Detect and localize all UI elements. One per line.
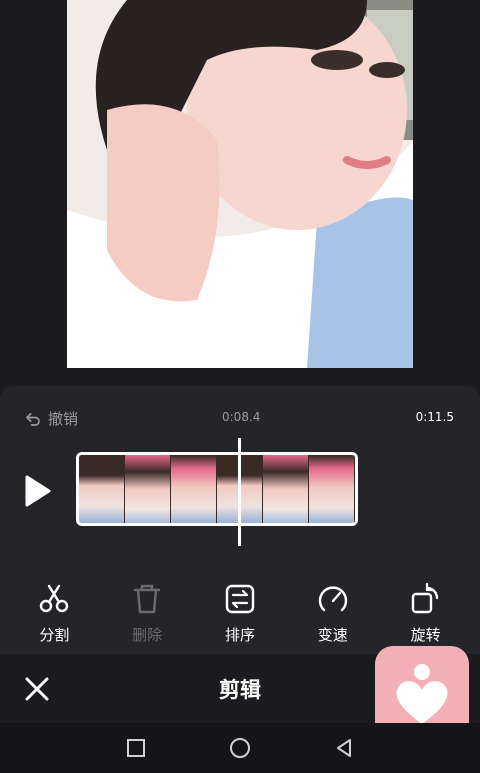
- editor-bottom-bar: 剪辑: [0, 646, 480, 740]
- rotate-icon: [411, 582, 438, 614]
- playhead[interactable]: [238, 438, 241, 546]
- video-preview-area: [0, 0, 480, 384]
- speed-icon: [318, 586, 347, 612]
- home-circle-icon[interactable]: [228, 736, 252, 760]
- recents-square-icon[interactable]: [124, 736, 148, 760]
- total-duration: 0:11.5: [415, 410, 454, 424]
- editing-toolbar: 分割 删除 排序 变速 旋转: [0, 582, 480, 645]
- speed-button[interactable]: 变速: [293, 582, 373, 645]
- scissors-icon: [40, 584, 69, 613]
- current-time: 0:08.4: [222, 410, 261, 424]
- speed-label: 变速: [317, 626, 348, 644]
- timeline-clip-strip[interactable]: [76, 452, 358, 526]
- clip-thumbnail: [171, 455, 217, 523]
- play-icon[interactable]: [24, 474, 52, 508]
- clip-thumbnail: [263, 455, 309, 523]
- split-label: 分割: [39, 626, 70, 644]
- split-button[interactable]: 分割: [14, 582, 94, 645]
- clip-thumbnail: [125, 455, 171, 523]
- delete-button[interactable]: 删除: [107, 582, 187, 645]
- preview-image: [67, 0, 413, 368]
- editor-panel: 撤销 0:08.4 0:11.5 分割 删除 排序 变速 旋转 剪辑: [0, 386, 480, 740]
- sort-icon: [225, 584, 255, 614]
- delete-label: 删除: [132, 626, 163, 644]
- rotate-label: 旋转: [410, 626, 441, 644]
- sort-label: 排序: [224, 626, 255, 644]
- undo-icon: [26, 412, 40, 426]
- system-navigation-bar: [0, 723, 480, 773]
- undo-button[interactable]: 撤销: [24, 408, 78, 429]
- sort-button[interactable]: 排序: [200, 582, 280, 645]
- video-preview[interactable]: [67, 0, 413, 368]
- rotate-button[interactable]: 旋转: [386, 582, 466, 645]
- clip-thumbnail: [79, 455, 125, 523]
- undo-label: 撤销: [48, 410, 79, 428]
- trash-icon: [133, 584, 161, 614]
- clip-thumbnail: [309, 455, 355, 523]
- heart-person-icon: [396, 664, 448, 724]
- video-editor-screen: 撤销 0:08.4 0:11.5 分割 删除 排序 变速 旋转 剪辑: [0, 0, 480, 773]
- back-triangle-icon[interactable]: [332, 736, 356, 760]
